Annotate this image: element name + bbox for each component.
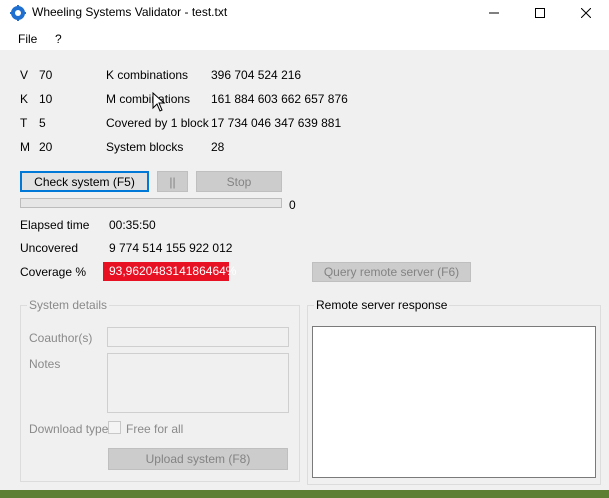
window-title: Wheeling Systems Validator - test.txt (32, 5, 228, 19)
title-bar[interactable]: Wheeling Systems Validator - test.txt (0, 0, 609, 26)
uncovered-value: 9 774 514 155 922 012 (109, 241, 233, 255)
elapsed-time-label: Elapsed time (20, 218, 90, 232)
free-for-all-checkbox[interactable] (108, 421, 121, 434)
coverage-value: 93,962048314186464% (103, 262, 236, 281)
remote-response-title: Remote server response (314, 298, 450, 312)
elapsed-time-value: 00:35:50 (109, 218, 156, 232)
progress-bar (20, 198, 282, 208)
main-window: Wheeling Systems Validator - test.txt Fi… (0, 0, 609, 490)
pause-button[interactable]: || (157, 171, 188, 192)
param-value-t: 5 (39, 116, 46, 130)
param-key-v: V (20, 68, 29, 82)
check-system-button[interactable]: Check system (F5) (20, 171, 149, 192)
param-value-m: 20 (39, 140, 53, 154)
free-for-all-label: Free for all (126, 422, 184, 436)
param-value-k: 10 (39, 92, 53, 106)
menu-bar: File ? (0, 26, 609, 50)
maximize-icon (535, 8, 545, 18)
m-combinations-label: M combinations (106, 92, 191, 106)
minimize-button[interactable] (471, 0, 517, 26)
m-combinations-value: 161 884 603 662 657 876 (211, 92, 348, 106)
maximize-button[interactable] (517, 0, 563, 26)
download-type-label: Download type (29, 422, 109, 436)
desktop-strip (0, 490, 609, 498)
progress-label: 0 (289, 198, 296, 212)
coauthor-input[interactable] (107, 327, 289, 347)
uncovered-label: Uncovered (20, 241, 79, 255)
coverage-label: Coverage % (20, 265, 87, 279)
menu-file[interactable]: File (18, 32, 37, 46)
system-details-title: System details (27, 298, 110, 312)
menu-help[interactable]: ? (55, 32, 62, 46)
notes-label: Notes (29, 357, 61, 371)
param-key-k: K (20, 92, 29, 106)
k-combinations-value: 396 704 524 216 (211, 68, 302, 82)
mouse-cursor-icon (152, 92, 166, 112)
param-key-t: T (20, 116, 28, 130)
remote-response-textbox[interactable] (312, 326, 596, 478)
covered-by-block-value: 17 734 046 347 639 881 (211, 116, 342, 130)
system-blocks-label: System blocks (106, 140, 184, 154)
close-button[interactable] (563, 0, 609, 26)
param-key-m: M (20, 140, 30, 154)
notes-textarea[interactable] (107, 353, 289, 413)
app-gear-icon (10, 5, 26, 21)
system-blocks-value: 28 (211, 140, 225, 154)
covered-by-block-label: Covered by 1 block (106, 116, 209, 130)
coauthor-label: Coauthor(s) (29, 331, 93, 345)
stop-button[interactable]: Stop (196, 171, 282, 192)
param-value-v: 70 (39, 68, 53, 82)
query-remote-server-button[interactable]: Query remote server (F6) (312, 262, 471, 282)
upload-system-button[interactable]: Upload system (F8) (108, 448, 288, 470)
close-icon (581, 8, 591, 18)
k-combinations-label: K combinations (106, 68, 189, 82)
minimize-icon (489, 12, 499, 14)
